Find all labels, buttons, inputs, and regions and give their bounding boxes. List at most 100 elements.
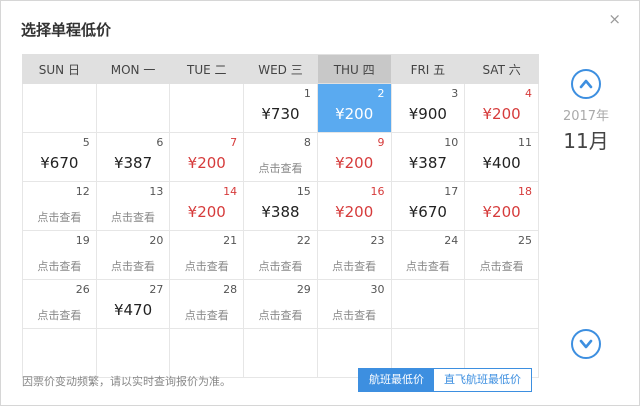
- weekday-header-row: SUN 日 MON 一 TUE 二 WED 三 THU 四 FRI 五 SAT …: [22, 54, 539, 84]
- day-number: 20: [149, 234, 164, 247]
- day-number: 18: [518, 185, 532, 198]
- day-number: 6: [156, 136, 164, 149]
- day-number: 28: [223, 283, 238, 296]
- calendar-day-cell[interactable]: 20 点击查看: [95, 230, 171, 280]
- day-number: 1: [303, 87, 311, 100]
- calendar-day-cell[interactable]: 26 点击查看: [22, 279, 97, 329]
- calendar-week-row: 1 ¥730 2 ¥200 3 ¥900 4 ¥200: [22, 83, 539, 133]
- calendar-day-cell[interactable]: 17 ¥670: [390, 181, 466, 231]
- calendar-week-row: 12 点击查看 13 点击查看 14 ¥200 15 ¥388 16 ¥200 17 ¥670 18 ¥2…: [22, 181, 539, 231]
- day-number: 9: [377, 136, 385, 149]
- calendar-week-row: 19 点击查看 20 点击查看 21 点击查看 22 点击查看 23 点击查看 24 点击查看 25 点击…: [22, 230, 539, 280]
- day-price: ¥400: [482, 154, 521, 172]
- close-icon[interactable]: ×: [608, 10, 621, 28]
- calendar-day-cell[interactable]: 12 点击查看: [22, 181, 97, 231]
- calendar-day-cell[interactable]: 30 点击查看: [316, 279, 392, 329]
- view-price-link: 点击查看: [332, 260, 377, 273]
- day-number: 7: [230, 136, 238, 149]
- calendar-empty-cell: [243, 328, 318, 378]
- view-price-link: 点击查看: [184, 309, 229, 322]
- day-price: ¥387: [113, 154, 153, 172]
- day-number: 21: [223, 234, 238, 247]
- calendar-empty-cell: [390, 279, 466, 329]
- day-price: ¥200: [335, 105, 374, 123]
- calendar-day-cell[interactable]: 7 ¥200: [169, 132, 245, 182]
- day-price: ¥470: [113, 301, 153, 319]
- calendar-day-cell[interactable]: 16 ¥200: [316, 181, 392, 231]
- calendar-day-cell[interactable]: 10 ¥387: [390, 132, 466, 182]
- calendar-day-cell[interactable]: 9 ¥200: [316, 132, 392, 182]
- tab-lowest-flight-price[interactable]: 航班最低价: [359, 369, 434, 391]
- view-price-link: 点击查看: [405, 260, 450, 273]
- calendar-day-cell[interactable]: 14 ¥200: [169, 181, 245, 231]
- next-month-button[interactable]: [571, 329, 601, 359]
- day-number: 27: [149, 283, 164, 296]
- calendar-empty-cell: [95, 83, 171, 133]
- day-number: 30: [370, 283, 385, 296]
- calendar-grid: 1 ¥730 2 ¥200 3 ¥900 4 ¥200 5 ¥670 6 ¥387 7 ¥200 8 点击查看…: [22, 83, 539, 378]
- price-type-tabs: 航班最低价 直飞航班最低价: [358, 368, 532, 392]
- calendar-day-cell[interactable]: 11 ¥400: [464, 132, 539, 182]
- day-number: 14: [223, 185, 238, 198]
- calendar-month: 11月: [563, 129, 609, 153]
- day-price: ¥200: [482, 105, 521, 123]
- calendar-day-cell[interactable]: 13 点击查看: [95, 181, 171, 231]
- day-price: ¥200: [187, 154, 226, 172]
- weekday-header: THU 四: [316, 54, 392, 84]
- calendar-empty-cell: [169, 328, 245, 378]
- day-price: ¥730: [261, 105, 300, 123]
- weekday-header: TUE 二: [169, 54, 245, 84]
- calendar-day-cell[interactable]: 8 点击查看: [243, 132, 318, 182]
- calendar-empty-cell: [22, 83, 97, 133]
- calendar-empty-cell: [464, 279, 539, 329]
- day-price: ¥670: [408, 203, 447, 221]
- day-number: 25: [518, 234, 532, 247]
- tab-lowest-direct-flight-price[interactable]: 直飞航班最低价: [434, 369, 531, 391]
- day-number: 11: [518, 136, 532, 149]
- calendar-day-cell[interactable]: 21 点击查看: [169, 230, 245, 280]
- calendar-day-cell[interactable]: 19 点击查看: [22, 230, 97, 280]
- calendar-day-cell[interactable]: 18 ¥200: [464, 181, 539, 231]
- calendar-empty-cell: [22, 328, 97, 378]
- calendar-day-cell[interactable]: 4 ¥200: [464, 83, 539, 133]
- calendar-day-cell[interactable]: 27 ¥470: [95, 279, 171, 329]
- calendar-day-cell[interactable]: 23 点击查看: [316, 230, 392, 280]
- calendar-day-cell[interactable]: 29 点击查看: [243, 279, 318, 329]
- day-number: 24: [444, 234, 459, 247]
- dialog-title: 选择单程低价: [21, 21, 112, 39]
- calendar-day-cell[interactable]: 2 ¥200: [316, 83, 392, 133]
- weekday-header: WED 三: [243, 54, 318, 84]
- weekday-header: FRI 五: [390, 54, 466, 84]
- calendar-day-cell[interactable]: 5 ¥670: [22, 132, 97, 182]
- day-number: 4: [525, 87, 532, 100]
- calendar-day-cell[interactable]: 24 点击查看: [390, 230, 466, 280]
- calendar-year: 2017年: [562, 109, 610, 124]
- calendar-day-cell[interactable]: 15 ¥388: [243, 181, 318, 231]
- day-price: ¥200: [187, 203, 226, 221]
- calendar-day-cell[interactable]: 25 点击查看: [464, 230, 539, 280]
- view-price-link: 点击查看: [111, 260, 156, 273]
- day-price: ¥200: [335, 203, 374, 221]
- day-price: ¥388: [261, 203, 300, 221]
- calendar-day-cell[interactable]: 6 ¥387: [95, 132, 171, 182]
- weekday-header: MON 一: [95, 54, 171, 84]
- chevron-down-icon: [579, 339, 593, 349]
- calendar-day-cell[interactable]: 22 点击查看: [243, 230, 318, 280]
- day-price: ¥200: [482, 203, 521, 221]
- prev-month-button[interactable]: [571, 69, 601, 99]
- view-price-link: 点击查看: [37, 309, 82, 322]
- view-price-link: 点击查看: [258, 162, 303, 175]
- price-disclaimer: 因票价变动频繁，请以实时查询报价为准。: [22, 375, 231, 388]
- day-number: 13: [149, 185, 164, 198]
- view-price-link: 点击查看: [37, 260, 82, 273]
- chevron-up-icon: [579, 79, 593, 89]
- day-number: 10: [444, 136, 459, 149]
- calendar-day-cell[interactable]: 3 ¥900: [390, 83, 466, 133]
- calendar-week-row: 5 ¥670 6 ¥387 7 ¥200 8 点击查看 9 ¥200 10 ¥387 11 ¥400: [22, 132, 539, 182]
- calendar-day-cell[interactable]: 1 ¥730: [243, 83, 318, 133]
- calendar-day-cell[interactable]: 28 点击查看: [169, 279, 245, 329]
- view-price-link: 点击查看: [258, 260, 303, 273]
- day-number: 23: [370, 234, 385, 247]
- view-price-link: 点击查看: [111, 211, 156, 224]
- day-number: 17: [444, 185, 459, 198]
